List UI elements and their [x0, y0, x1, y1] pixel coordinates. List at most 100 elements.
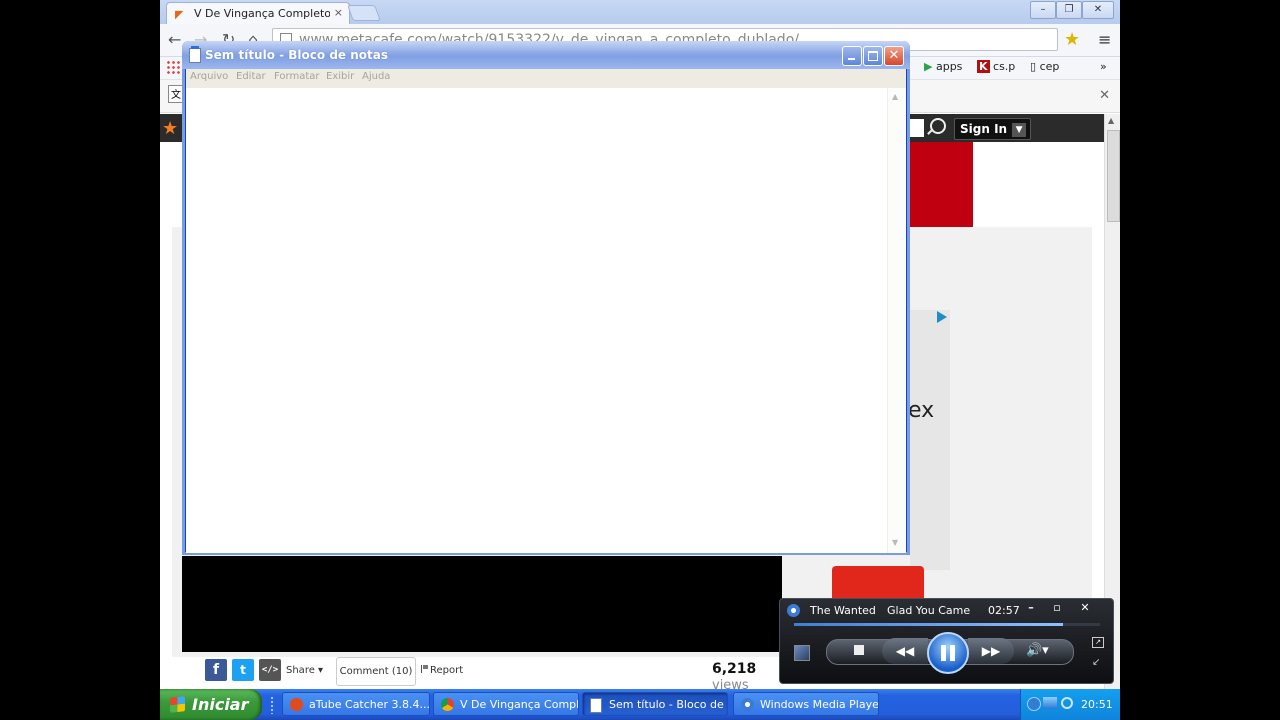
twitter-share-button[interactable]: t: [232, 659, 254, 681]
taskbar-item-wmp[interactable]: Windows Media Player: [733, 692, 879, 716]
comment-button[interactable]: Comment (10): [336, 657, 416, 686]
share-dropdown[interactable]: Share ▾: [286, 665, 323, 676]
menu-arquivo[interactable]: Arquivo: [190, 71, 228, 82]
notepad-title-bar[interactable]: Sem título - Bloco de notas ✕: [182, 41, 910, 69]
wmp-icon: [787, 604, 800, 617]
red-banner: [910, 142, 973, 227]
play-store-icon: ▶: [924, 60, 933, 73]
back-arrow-icon[interactable]: ←: [168, 30, 181, 49]
volume-icon[interactable]: 🔊▾: [1026, 643, 1049, 658]
tray-app-icon[interactable]: [1061, 697, 1073, 709]
album-art-icon[interactable]: [794, 645, 810, 661]
notepad-icon: [189, 46, 201, 63]
taskbar-item-chrome[interactable]: V De Vingança Compl...: [433, 692, 579, 716]
notepad-close-button[interactable]: ✕: [884, 46, 904, 66]
scroll-up-icon[interactable]: ▲: [1108, 116, 1114, 125]
video-player[interactable]: [182, 556, 782, 652]
browser-minimize-button[interactable]: –: [1030, 1, 1056, 19]
taskbar-item-notepad[interactable]: Sem título - Bloco de ...: [582, 692, 728, 716]
metacafe-favicon-icon: ◤: [175, 8, 184, 21]
chevron-down-icon: ▼: [1012, 122, 1027, 137]
network-icon[interactable]: [1043, 697, 1057, 709]
scrollbar-thumb[interactable]: [1107, 130, 1120, 222]
menu-formatar[interactable]: Formatar: [274, 71, 319, 82]
facebook-share-button[interactable]: f: [205, 659, 227, 681]
notepad-title: Sem título - Bloco de notas: [205, 48, 388, 62]
views-number: 6,218: [712, 661, 757, 677]
infobar-close-icon[interactable]: ✕: [1099, 88, 1110, 103]
notepad-maximize-button[interactable]: [863, 46, 883, 66]
ad-text: ex: [908, 398, 935, 423]
browser-close-button[interactable]: ✕: [1082, 1, 1114, 19]
fast-forward-button[interactable]: ▶▶: [968, 638, 1014, 664]
system-tray: 20:51: [1020, 689, 1120, 720]
apps-grid-icon[interactable]: [166, 60, 180, 74]
bookmark-label: apps: [935, 60, 963, 73]
track-title: Glad You Came: [887, 604, 971, 617]
taskbar-item-label: aTube Catcher 3.8.4...: [309, 698, 430, 711]
taskbar-grip[interactable]: [270, 696, 274, 714]
notepad-menu-bar: Arquivo Editar Formatar Exibir Ajuda: [186, 69, 906, 88]
chrome-menu-icon[interactable]: ≡: [1098, 30, 1111, 49]
taskbar-item-label: V De Vingança Compl...: [460, 698, 579, 711]
wmp-icon: [741, 698, 754, 711]
start-button[interactable]: Iniciar: [160, 689, 262, 720]
chrome-icon: [441, 698, 454, 711]
clock[interactable]: 20:51: [1081, 698, 1113, 711]
desktop-screen: ◤ V De Vingança Completo Dub × – ❐ ✕ ← →…: [160, 0, 1120, 720]
wmp-restore-button[interactable]: ▫: [1048, 601, 1066, 615]
sign-in-label: Sign In: [960, 122, 1008, 136]
bookmark-csp[interactable]: K cs.p: [977, 60, 1015, 73]
ad-panel[interactable]: [910, 310, 950, 570]
browser-tab-bar: ◤ V De Vingança Completo Dub × – ❐ ✕: [160, 0, 1120, 25]
search-icon[interactable]: [930, 118, 946, 134]
media-player-mini[interactable]: The Wanted Glad You Came 02:57 – ▫ ✕ ◀◀ …: [779, 598, 1114, 684]
rewind-button[interactable]: ◀◀: [882, 638, 928, 664]
notepad-minimize-button[interactable]: [842, 46, 862, 66]
switch-to-library-icon[interactable]: ↙: [1092, 657, 1100, 668]
track-time: 02:57: [988, 604, 1020, 617]
notepad-window[interactable]: Sem título - Bloco de notas ✕ Arquivo Ed…: [182, 41, 910, 555]
tray-arrow-icon[interactable]: [1027, 697, 1041, 711]
bookmarks-overflow-icon[interactable]: »: [1100, 60, 1107, 73]
new-tab-button[interactable]: [347, 5, 381, 21]
share-bar: f t </> Share ▾ Comment (10) Report 6,21…: [182, 655, 782, 693]
report-link[interactable]: Report: [421, 665, 463, 676]
bookmark-star-icon[interactable]: ★: [1064, 29, 1080, 50]
bookmark-apps[interactable]: ▶ apps: [924, 60, 962, 73]
track-artist: The Wanted: [810, 604, 876, 617]
tab-title: V De Vingança Completo Dub: [194, 7, 330, 20]
red-ad-button[interactable]: [832, 566, 924, 602]
taskbar: Iniciar aTube Catcher 3.8.4... V De Ving…: [160, 689, 1120, 720]
taskbar-item-label: Sem título - Bloco de ...: [609, 698, 728, 711]
page-icon: ▯: [1030, 60, 1037, 73]
browser-tab[interactable]: ◤ V De Vingança Completo Dub ×: [166, 2, 350, 25]
scroll-down-icon[interactable]: ▼: [892, 538, 898, 547]
sign-in-button[interactable]: Sign In ▼: [954, 118, 1032, 140]
tab-close-icon[interactable]: ×: [334, 6, 343, 19]
embed-button[interactable]: </>: [259, 659, 281, 681]
scroll-up-icon[interactable]: ▲: [892, 92, 898, 101]
notepad-text-area[interactable]: [186, 88, 906, 553]
bookmark-label: cs.p: [993, 60, 1016, 73]
windows-flag-icon: [170, 696, 185, 713]
bookmark-label: cep: [1039, 60, 1060, 73]
menu-editar[interactable]: Editar: [236, 71, 266, 82]
notepad-scrollbar[interactable]: ▲ ▼: [887, 88, 905, 553]
stop-button[interactable]: [854, 645, 864, 655]
seek-bar[interactable]: [794, 623, 1100, 626]
wmp-close-button[interactable]: ✕: [1076, 601, 1094, 615]
k-logo-icon: K: [977, 60, 990, 73]
metacafe-logo-icon[interactable]: ★: [162, 118, 178, 139]
pause-button[interactable]: [927, 632, 969, 674]
expand-icon[interactable]: ↗: [1092, 637, 1104, 648]
taskbar-item-atube[interactable]: aTube Catcher 3.8.4...: [282, 692, 430, 716]
bookmark-cep[interactable]: ▯ cep: [1030, 60, 1059, 73]
menu-exibir[interactable]: Exibir: [326, 71, 354, 82]
flag-icon: [421, 665, 428, 673]
seek-bar-fill: [794, 623, 1064, 626]
browser-restore-button[interactable]: ❐: [1056, 1, 1082, 19]
adchoices-icon[interactable]: [937, 311, 947, 323]
wmp-minimize-button[interactable]: –: [1022, 601, 1040, 615]
menu-ajuda[interactable]: Ajuda: [362, 71, 390, 82]
